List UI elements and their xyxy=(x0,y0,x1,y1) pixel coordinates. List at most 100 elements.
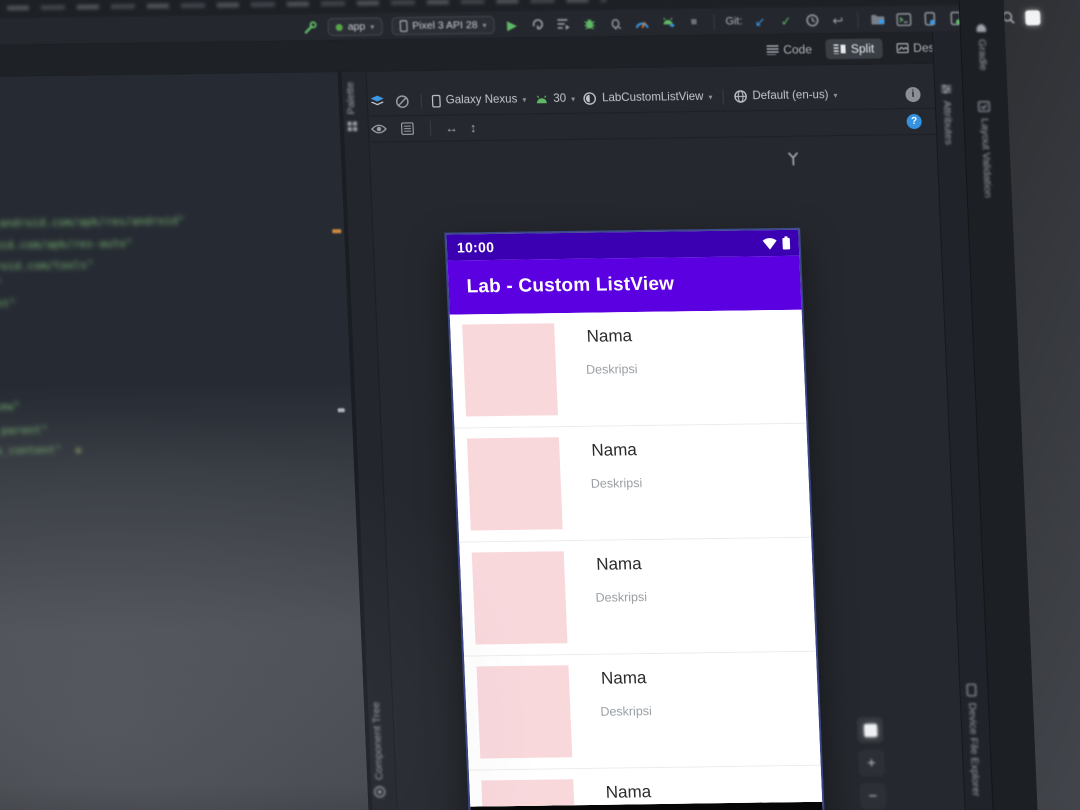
vertical-resize-icon[interactable]: ↕ xyxy=(470,120,477,135)
warning-icon: ▲ xyxy=(75,444,82,455)
list-item[interactable]: NamaDeskripsi xyxy=(468,765,823,807)
item-image xyxy=(471,551,568,645)
tab-split[interactable]: Split xyxy=(825,38,883,60)
git-label: Git: xyxy=(725,15,743,28)
debug-icon[interactable] xyxy=(581,15,599,32)
device-label: Pixel 3 API 28 xyxy=(411,19,478,32)
profiler-android-icon[interactable] xyxy=(659,14,677,31)
notifications-icon[interactable] xyxy=(1025,9,1041,25)
item-image xyxy=(462,323,558,417)
code-lines: bs.android.com/apk/res/android"roid.com/… xyxy=(0,72,370,810)
project-structure-icon[interactable] xyxy=(869,11,887,28)
item-image xyxy=(476,665,573,759)
toolbar-separator xyxy=(857,12,859,28)
locale-dropdown[interactable]: Default (en-us) ▾ xyxy=(733,88,838,103)
profiler-icon[interactable] xyxy=(633,14,651,31)
git-commit-icon[interactable]: ✓ xyxy=(777,12,795,29)
phone-icon xyxy=(431,94,441,108)
run-config-label: app xyxy=(347,20,366,33)
layout-validation-icon xyxy=(978,101,990,112)
list-item[interactable]: NamaDeskripsi xyxy=(454,423,812,543)
tab-code[interactable]: Code xyxy=(758,39,820,60)
git-update-icon[interactable]: ↙ xyxy=(751,13,769,30)
code-icon xyxy=(766,45,779,56)
code-line: s.android.com/apk/res/android" xyxy=(0,214,185,231)
component-tree-tab[interactable]: Component Tree xyxy=(370,702,386,798)
palette-label: Palette xyxy=(344,81,358,115)
history-icon[interactable] xyxy=(803,12,821,29)
device-file-explorer-icon xyxy=(966,683,977,697)
gradle-label: Gradle xyxy=(975,38,990,71)
wifi-icon xyxy=(762,237,777,250)
gradle-tab[interactable]: Gradle xyxy=(975,23,990,71)
item-title: Nama xyxy=(595,554,642,574)
code-line: _parent" xyxy=(0,423,48,438)
design-surface-icon[interactable] xyxy=(368,93,386,110)
android-icon xyxy=(536,95,547,104)
view-options-eye-icon[interactable] xyxy=(370,120,388,137)
ide-stage: app ▾ Pixel 3 API 28 ▾ ▶ ■ Git: ↙ ✓ ↩ Co… xyxy=(0,0,1041,810)
help-icon[interactable]: ? xyxy=(906,113,922,129)
item-image xyxy=(481,779,578,807)
attributes-tab[interactable]: Attributes xyxy=(940,83,955,145)
design-pane: Palette Component Tree Galaxy Nexus ▾ 30… xyxy=(341,63,966,810)
theme-label: LabCustomListView xyxy=(601,90,704,105)
design-canvas[interactable]: 10:00 Lab - Custom ListView Nama Deskrips… xyxy=(371,134,966,810)
item-subtitle: Deskripsi xyxy=(600,704,653,719)
attach-debugger-icon[interactable] xyxy=(607,15,625,32)
rollback-icon[interactable]: ↩ xyxy=(829,11,847,28)
xml-code-editor[interactable]: bs.android.com/apk/res/android"roid.com/… xyxy=(0,72,370,810)
chevron-down-icon: ▾ xyxy=(570,94,576,104)
code-line: ent" xyxy=(0,296,17,311)
info-icon[interactable]: i xyxy=(905,86,921,102)
scrollbar-warning-marker xyxy=(332,229,342,234)
item-title: Nama xyxy=(586,326,633,346)
palette-tab[interactable]: Palette xyxy=(344,82,358,132)
run-button[interactable]: ▶ xyxy=(503,16,521,33)
stop-icon[interactable]: ■ xyxy=(685,13,703,30)
code-line: t" xyxy=(0,277,2,290)
layout-validation-label: Layout Validation xyxy=(978,117,994,198)
list-item[interactable]: Nama Deskripsi xyxy=(449,309,807,429)
phone-preview[interactable]: 10:00 Lab - Custom ListView Nama Deskrips… xyxy=(444,227,827,810)
battery-icon xyxy=(782,236,791,250)
preview-device-dropdown[interactable]: Galaxy Nexus ▾ xyxy=(431,93,527,108)
chevron-down-icon: ▾ xyxy=(370,22,375,32)
api-level-dropdown[interactable]: 30 ▾ xyxy=(534,93,575,106)
zoom-to-fit-button[interactable] xyxy=(856,716,884,744)
variants-list-icon[interactable] xyxy=(399,120,417,137)
chevron-down-icon: ▾ xyxy=(522,94,527,105)
apply-changes-icon[interactable] xyxy=(555,15,573,32)
layout-validation-tab[interactable]: Layout Validation xyxy=(978,101,994,198)
theme-icon xyxy=(583,92,597,105)
gradle-icon xyxy=(976,24,987,33)
item-subtitle: Deskripsi xyxy=(585,362,638,377)
status-time: 10:00 xyxy=(456,238,495,256)
item-title: Nama xyxy=(605,782,652,802)
device-file-explorer-tab[interactable]: Device File Explorer xyxy=(965,683,982,797)
run-config-dropdown[interactable]: app ▾ xyxy=(327,17,383,37)
list-item[interactable]: Nama Deskripsi xyxy=(464,651,821,771)
theme-dropdown[interactable]: LabCustomListView ▾ xyxy=(583,90,713,106)
item-subtitle: Deskripsi xyxy=(595,590,648,605)
horizontal-resize-icon[interactable]: ↔ xyxy=(445,120,459,135)
rerun-icon[interactable] xyxy=(529,16,547,33)
device-file-explorer-label: Device File Explorer xyxy=(966,702,982,797)
zoom-controls: + − xyxy=(856,716,887,810)
component-tree-icon xyxy=(374,786,386,798)
fit-screen-icon xyxy=(863,723,877,737)
build-icon[interactable] xyxy=(301,19,319,36)
device-manager-icon[interactable] xyxy=(921,10,939,27)
code-line: p_content" ▲ xyxy=(0,443,82,458)
design-icon xyxy=(896,43,909,54)
item-title: Nama xyxy=(600,668,647,688)
resize-handle-icon[interactable] xyxy=(787,152,800,171)
device-dropdown[interactable]: Pixel 3 API 28 ▾ xyxy=(390,15,495,36)
item-subtitle: Deskripsi xyxy=(590,476,643,491)
terminal-icon[interactable] xyxy=(895,11,913,28)
list-item[interactable]: Nama Deskripsi xyxy=(459,537,816,657)
zoom-out-button[interactable]: − xyxy=(859,782,887,810)
ui-mode-icon[interactable] xyxy=(393,93,411,110)
tab-code-label: Code xyxy=(782,42,813,57)
zoom-in-button[interactable]: + xyxy=(858,749,886,777)
